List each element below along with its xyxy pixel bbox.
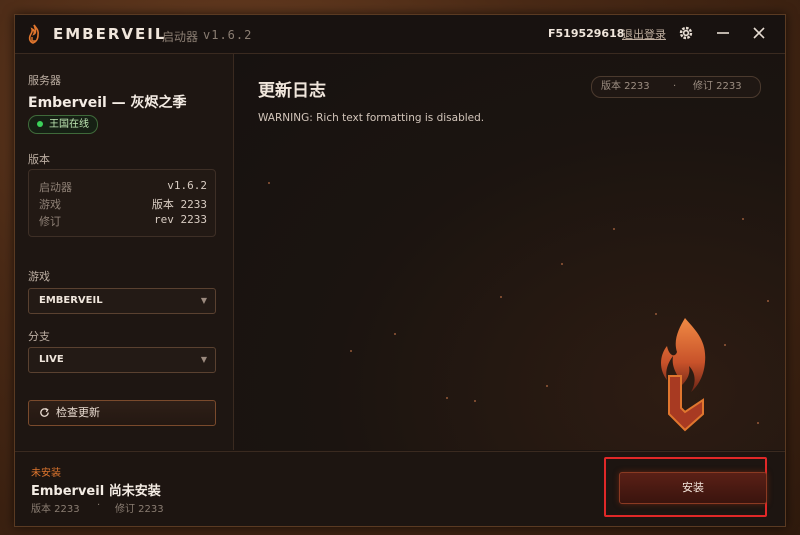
logout-link[interactable]: 退出登录: [622, 26, 666, 42]
branch-select-value: LIVE: [39, 354, 64, 365]
install-meta-separator: ·: [97, 500, 101, 511]
install-meta-version: 版本 2233: [31, 504, 80, 515]
chevron-down-icon: ▼: [200, 296, 207, 305]
branch-select[interactable]: LIVE ▼: [28, 347, 216, 373]
version-pill-separator: ·: [673, 81, 677, 92]
version-row-value: v1.6.2: [167, 179, 207, 192]
title-bar: EMBERVEIL 启动器 v1.6.2 F519529618 退出登录: [15, 15, 785, 54]
check-update-button[interactable]: 检查更新: [28, 400, 216, 426]
install-button[interactable]: 安装: [619, 472, 767, 504]
version-row-label: 游戏: [39, 198, 61, 211]
flame-emblem-icon: [661, 318, 706, 432]
version-pill-revision: 修订 2233: [693, 81, 742, 92]
minimize-icon[interactable]: [715, 25, 731, 41]
sidebar: 服务器 Emberveil — 灰烬之季 王国在线 版本 启动器 v1.6.2 …: [15, 54, 234, 450]
flame-logo-icon: [28, 24, 39, 44]
close-icon[interactable]: [751, 25, 767, 41]
status-badge: 王国在线: [28, 115, 98, 134]
chevron-down-icon: ▼: [200, 355, 207, 364]
version-pill-version: 版本 2233: [601, 81, 650, 92]
launcher-window: EMBERVEIL 启动器 v1.6.2 F519529618 退出登录 服务器…: [14, 14, 786, 527]
install-status: 未安装: [31, 468, 61, 479]
app-subtitle: 启动器: [162, 30, 199, 44]
install-meta-revision: 修订 2233: [115, 504, 164, 515]
version-row-value: rev 2233: [154, 213, 207, 226]
install-footer: 未安装 Emberveil 尚未安装 版本 2233 · 修订 2233 安装: [15, 451, 785, 526]
status-text: 王国在线: [49, 119, 89, 130]
version-pill: 版本 2233 · 修订 2233: [591, 76, 761, 98]
version-label: 版本: [28, 153, 50, 166]
online-dot-icon: [37, 121, 43, 127]
check-update-label: 检查更新: [56, 406, 100, 419]
server-name: Emberveil — 灰烬之季: [28, 95, 187, 111]
version-row-label: 启动器: [39, 181, 72, 194]
version-row-launcher: 启动器 v1.6.2: [39, 179, 207, 195]
gear-icon[interactable]: [678, 25, 694, 41]
changelog-warning: WARNING: Rich text formatting is disable…: [258, 112, 485, 124]
game-select-value: EMBERVEIL: [39, 295, 103, 306]
version-row-game: 游戏 版本 2233: [39, 196, 207, 212]
version-row-value: 版本 2233: [151, 198, 207, 211]
app-name: EMBERVEIL: [53, 25, 167, 43]
page-title: 更新日志: [258, 81, 326, 101]
branch-label: 分支: [28, 330, 50, 343]
version-row-revision: 修订 rev 2233: [39, 213, 207, 229]
app-version: v1.6.2: [203, 28, 253, 42]
changelog-panel: 更新日志 版本 2233 · 修订 2233 WARNING: Rich tex…: [234, 54, 785, 450]
version-info-box: 启动器 v1.6.2 游戏 版本 2233 修订 rev 2233: [28, 169, 216, 237]
user-id: F519529618: [548, 27, 625, 40]
game-select[interactable]: EMBERVEIL ▼: [28, 288, 216, 314]
version-row-label: 修订: [39, 215, 61, 228]
install-title: Emberveil 尚未安装: [31, 484, 161, 499]
refresh-icon: [40, 407, 49, 417]
game-label: 游戏: [28, 270, 50, 283]
server-label: 服务器: [28, 74, 61, 87]
